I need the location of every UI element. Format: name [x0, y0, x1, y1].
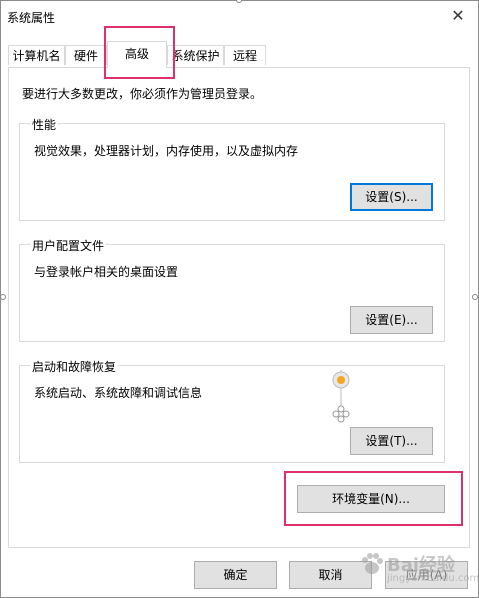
startup-recovery-legend: 启动和故障恢复 [30, 358, 119, 375]
resize-handle-left[interactable] [0, 294, 6, 300]
startup-recovery-description: 系统启动、系统故障和调试信息 [34, 386, 203, 400]
tab-strip: 计算机名 硬件 高级 系统保护 远程 [1, 31, 478, 68]
user-profiles-legend: 用户配置文件 [30, 237, 107, 254]
tab-hardware[interactable]: 硬件 [65, 45, 107, 65]
performance-group: 性能 视觉效果，处理器计划，内存使用，以及虚拟内存 设置(S)... [19, 116, 445, 221]
user-profiles-group: 用户配置文件 与登录帐户相关的桌面设置 设置(E)... [19, 237, 445, 342]
system-properties-window: 系统属性 ✕ 计算机名 硬件 高级 系统保护 远程 要进行大多数更改，你必须作为… [0, 0, 479, 598]
close-icon[interactable]: ✕ [438, 1, 478, 31]
performance-legend: 性能 [30, 116, 59, 133]
tab-computer-name[interactable]: 计算机名 [8, 45, 65, 65]
watermark-url: jingyan.baidu.com [387, 573, 479, 584]
advanced-tab-highlight-box [104, 26, 175, 79]
performance-settings-button[interactable]: 设置(S)... [350, 183, 433, 211]
startup-recovery-settings-button[interactable]: 设置(T)... [350, 427, 433, 455]
user-profiles-settings-button[interactable]: 设置(E)... [350, 306, 433, 334]
tab-system-protection[interactable]: 系统保护 [167, 45, 224, 65]
baidu-watermark: Bai经验 jingyan.baidu.com [359, 545, 479, 595]
user-profiles-description: 与登录帐户相关的桌面设置 [34, 265, 179, 279]
performance-description: 视觉效果，处理器计划，内存使用，以及虚拟内存 [34, 144, 299, 158]
resize-handle-right[interactable] [472, 294, 478, 300]
move-cursor-icon [332, 370, 350, 423]
tab-remote[interactable]: 远程 [224, 45, 266, 65]
paw-icon [362, 553, 383, 574]
startup-recovery-group: 启动和故障恢复 系统启动、系统故障和调试信息 设置(T)... [19, 358, 445, 463]
environment-variables-highlight-box [284, 471, 463, 526]
admin-note: 要进行大多数更改，你必须作为管理员登录。 [22, 87, 263, 101]
title-bar[interactable]: 系统属性 ✕ [1, 1, 478, 31]
ok-button[interactable]: 确定 [194, 561, 277, 589]
window-title: 系统属性 [7, 11, 56, 25]
